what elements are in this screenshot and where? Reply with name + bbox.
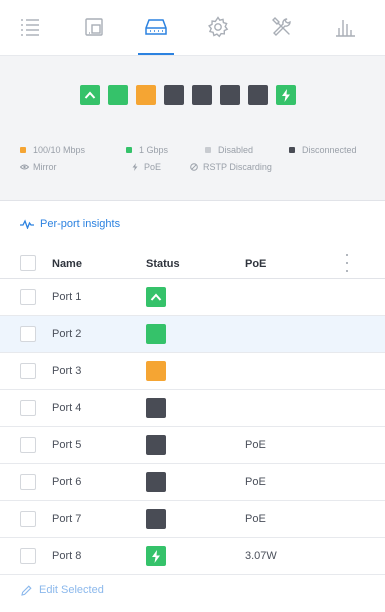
stats-icon <box>336 20 355 37</box>
row-checkbox[interactable] <box>20 400 36 416</box>
legend-swatch-1g <box>126 147 132 153</box>
port-poe: PoE <box>245 439 266 451</box>
list-icon <box>21 19 39 36</box>
pencil-icon <box>21 584 32 596</box>
legend-mirror: Mirror <box>19 162 57 172</box>
port-overview-panel: 100/10 Mbps 1 Gbps Disabled Disconnected… <box>0 56 385 201</box>
port-name: Port 3 <box>52 365 82 377</box>
poe-bolt-icon <box>152 549 160 563</box>
table-row[interactable]: Port 6 PoE <box>0 464 385 501</box>
port-tile-3[interactable] <box>136 85 156 105</box>
uplink-icon <box>84 91 96 99</box>
legend-label-1g: 1 Gbps <box>139 145 169 155</box>
table-row[interactable]: Port 7 PoE <box>0 501 385 538</box>
blocked-icon <box>189 163 199 171</box>
poe-legend-icon <box>130 163 140 171</box>
port-name: Port 2 <box>52 328 82 340</box>
legend-swatch-disabled <box>205 147 211 153</box>
legend-poe: PoE <box>130 162 161 172</box>
per-port-insights-link[interactable]: Per-port insights <box>20 218 120 230</box>
row-checkbox[interactable] <box>20 363 36 379</box>
row-checkbox[interactable] <box>20 511 36 527</box>
legend-disabled: Disabled <box>205 145 253 155</box>
row-checkbox[interactable] <box>20 548 36 564</box>
legend-label-disabled: Disabled <box>218 145 254 155</box>
port-status <box>146 509 166 529</box>
port-name: Port 8 <box>52 550 82 562</box>
legend-label-disconnected: Disconnected <box>302 145 357 155</box>
port-status <box>146 287 166 307</box>
tab-switch-ports[interactable] <box>138 13 174 55</box>
port-status <box>146 324 166 344</box>
port-name: Port 5 <box>52 439 82 451</box>
row-checkbox[interactable] <box>20 437 36 453</box>
table-row[interactable]: Port 2 <box>0 316 385 353</box>
tab-list[interactable] <box>16 13 44 41</box>
legend-disconnected: Disconnected <box>289 145 357 155</box>
tab-statistics[interactable] <box>331 13 359 41</box>
per-port-insights-label: Per-port insights <box>40 218 121 230</box>
port-name: Port 1 <box>52 291 82 303</box>
row-checkbox[interactable] <box>20 326 36 342</box>
tab-devices[interactable] <box>80 13 108 41</box>
port-tile-4[interactable] <box>164 85 184 105</box>
legend-label-rstp: RSTP Discarding <box>203 162 272 172</box>
tab-tools[interactable] <box>267 13 295 41</box>
port-status <box>146 398 166 418</box>
column-header-name[interactable]: Name <box>52 258 82 270</box>
port-status <box>146 361 166 381</box>
uplink-icon <box>150 293 162 301</box>
legend-label-poe: PoE <box>144 162 162 172</box>
legend-rstp: RSTP Discarding <box>189 162 272 172</box>
tab-settings[interactable] <box>204 13 232 41</box>
port-poe: 3.07W <box>245 550 277 562</box>
port-tile-2[interactable] <box>108 85 128 105</box>
column-header-poe[interactable]: PoE <box>245 258 266 270</box>
port-tile-1[interactable] <box>80 85 100 105</box>
table-row[interactable]: Port 8 3.07W <box>0 538 385 575</box>
legend-swatch-100-10 <box>20 147 26 153</box>
select-all-checkbox[interactable] <box>20 255 36 271</box>
eye-icon <box>19 164 29 170</box>
port-tile-7[interactable] <box>248 85 268 105</box>
column-header-status[interactable]: Status <box>146 258 180 270</box>
port-name: Port 4 <box>52 402 82 414</box>
table-row[interactable]: Port 3 <box>0 353 385 390</box>
port-tile-6[interactable] <box>220 85 240 105</box>
legend-100-10: 100/10 Mbps <box>20 145 85 155</box>
port-status <box>146 472 166 492</box>
port-name: Port 7 <box>52 513 82 525</box>
port-status <box>146 435 166 455</box>
poe-bolt-icon <box>282 88 290 102</box>
table-row[interactable]: Port 5 PoE <box>0 427 385 464</box>
switch-ports-icon <box>145 19 167 35</box>
gear-icon <box>208 16 229 38</box>
table-row[interactable]: Port 4 <box>0 390 385 427</box>
port-tile-8[interactable] <box>276 85 296 105</box>
row-checkbox[interactable] <box>20 289 36 305</box>
tools-icon <box>272 17 291 36</box>
legend-label-100-10: 100/10 Mbps <box>33 145 86 155</box>
devices-icon <box>85 18 103 36</box>
legend-label-mirror: Mirror <box>33 162 57 172</box>
pulse-icon <box>20 219 34 229</box>
port-name: Port 6 <box>52 476 82 488</box>
port-poe: PoE <box>245 476 266 488</box>
table-row[interactable]: Port 1 <box>0 279 385 316</box>
edit-selected-button[interactable]: Edit Selected <box>21 584 104 596</box>
port-tile-5[interactable] <box>192 85 212 105</box>
port-status <box>146 546 166 566</box>
port-poe: PoE <box>245 513 266 525</box>
legend-swatch-disconnected <box>289 147 295 153</box>
table-header: Name Status PoE <box>0 248 385 279</box>
tab-bar <box>0 0 385 56</box>
edit-selected-label: Edit Selected <box>39 584 104 596</box>
row-checkbox[interactable] <box>20 474 36 490</box>
legend-1g: 1 Gbps <box>126 145 168 155</box>
column-options-icon[interactable] <box>342 254 352 272</box>
